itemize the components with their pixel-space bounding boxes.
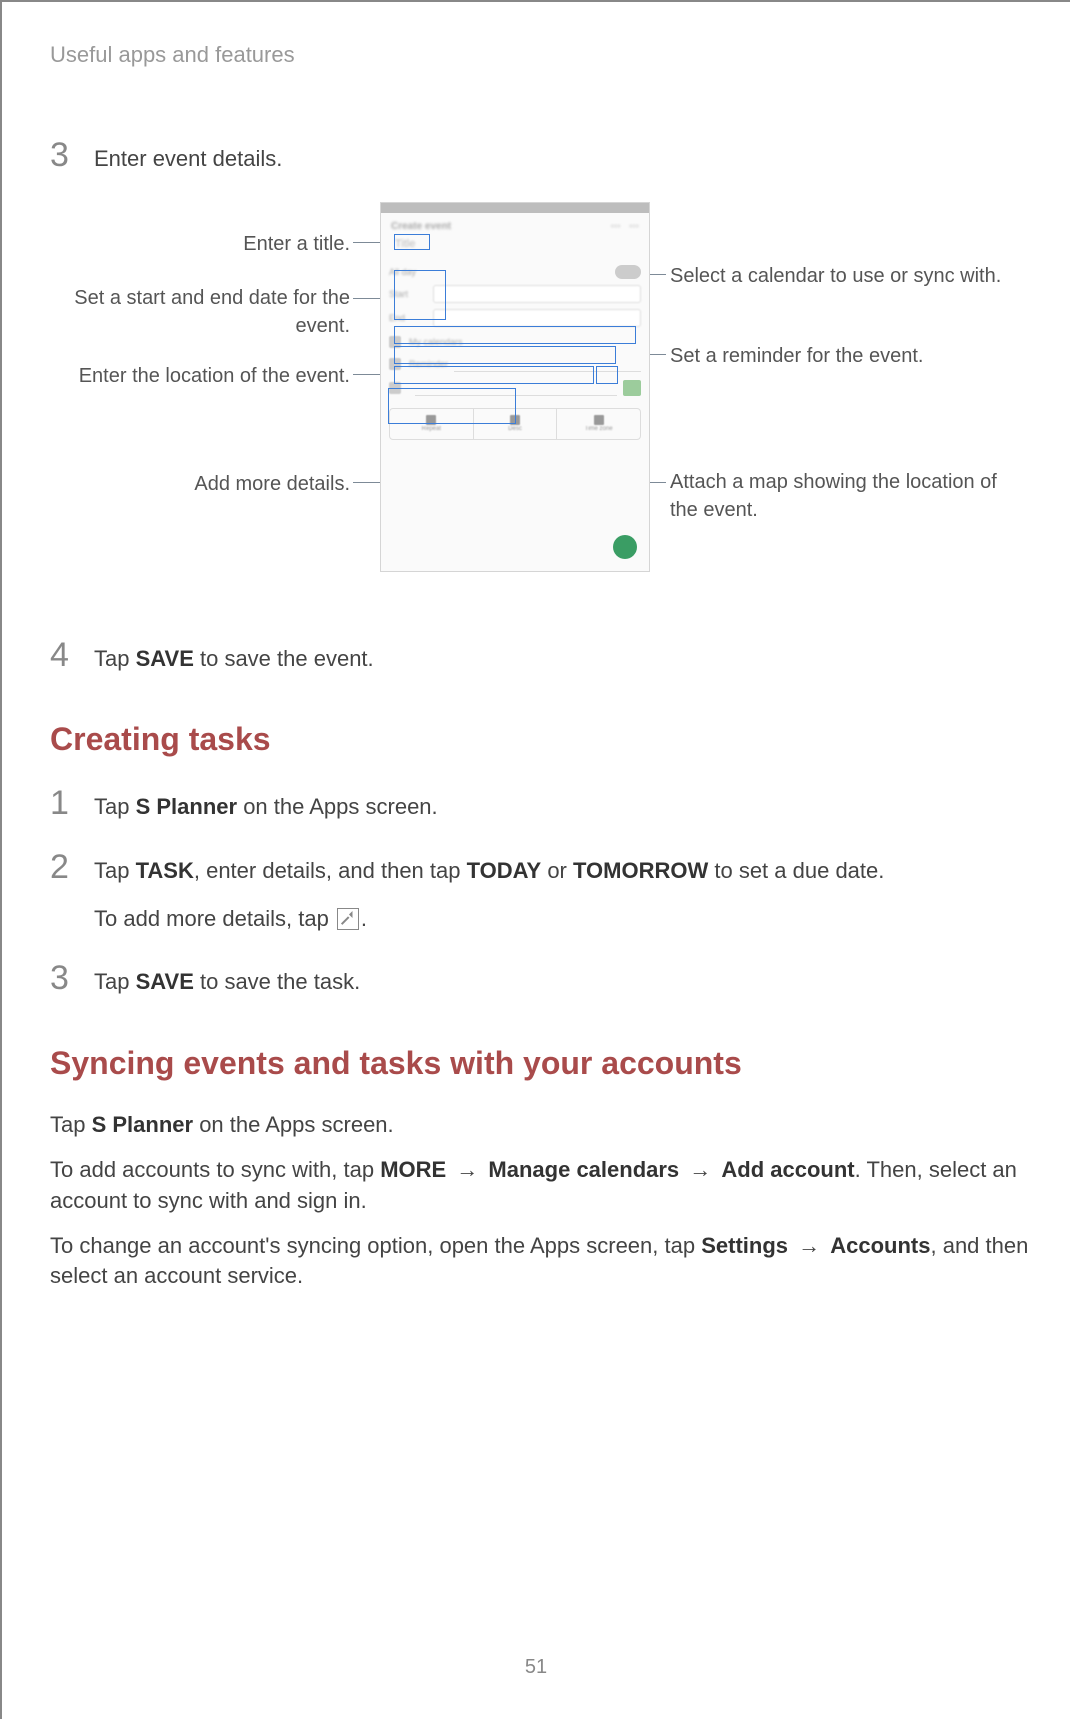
tasks-step-3: 3 Tap SAVE to save the task. — [50, 961, 1038, 997]
callout-dates: Set a start and end date for the event. — [50, 284, 350, 340]
highlight-title — [394, 234, 430, 250]
highlight-calendar — [394, 326, 636, 344]
heading-syncing: Syncing events and tasks with your accou… — [50, 1045, 1038, 1082]
highlight-toolbar — [388, 388, 516, 424]
step-text: Tap S Planner on the Apps screen. — [94, 786, 438, 822]
tasks-step-1: 1 Tap S Planner on the Apps screen. — [50, 786, 1038, 822]
step-text: Enter event details. — [94, 138, 282, 174]
highlight-dates — [394, 270, 446, 320]
toggle-icon — [615, 265, 641, 279]
step-number: 3 — [50, 961, 94, 995]
callout-reminder: Set a reminder for the event. — [670, 342, 1030, 370]
phone-header-actions: ⋯ ⋯ — [611, 221, 639, 232]
syncing-p1: Tap S Planner on the Apps screen. — [50, 1110, 1038, 1141]
step-number: 2 — [50, 850, 94, 884]
fab-icon — [613, 535, 637, 559]
page-number: 51 — [2, 1656, 1070, 1679]
step-number: 4 — [50, 638, 94, 672]
highlight-map-chip — [596, 366, 618, 384]
step-4: 4 Tap SAVE to save the event. — [50, 638, 1038, 674]
phone-mock: Create event ⋯ ⋯ Title All day Start End… — [380, 202, 650, 572]
heading-creating-tasks: Creating tasks — [50, 721, 1038, 758]
step-number: 3 — [50, 138, 94, 172]
map-chip-icon — [623, 380, 641, 396]
step-text: Tap SAVE to save the task. — [94, 961, 360, 997]
highlight-reminder — [394, 346, 616, 364]
phone-screen-title: Create event — [391, 221, 451, 232]
step-3: 3 Enter event details. — [50, 138, 1038, 174]
tasks-step-2: 2 Tap TASK, enter details, and then tap … — [50, 850, 1038, 933]
syncing-p3: To change an account's syncing option, o… — [50, 1231, 1038, 1293]
step-text: Tap SAVE to save the event. — [94, 638, 374, 674]
expand-icon — [337, 908, 359, 930]
callout-more-details: Add more details. — [50, 470, 350, 498]
figure-create-event: Enter a title. Set a start and end date … — [50, 202, 1040, 602]
status-bar — [381, 203, 649, 213]
step-number: 1 — [50, 786, 94, 820]
callout-map: Attach a map showing the location of the… — [670, 468, 1030, 524]
syncing-p2: To add accounts to sync with, tap MORE →… — [50, 1155, 1038, 1217]
callout-calendar: Select a calendar to use or sync with. — [670, 262, 1030, 290]
highlight-location — [394, 366, 594, 384]
page: Useful apps and features 3 Enter event d… — [0, 0, 1070, 1719]
callout-title: Enter a title. — [50, 230, 350, 258]
step-text: Tap TASK, enter details, and then tap TO… — [94, 850, 884, 933]
callout-location: Enter the location of the event. — [50, 362, 350, 390]
running-header: Useful apps and features — [50, 42, 1038, 68]
